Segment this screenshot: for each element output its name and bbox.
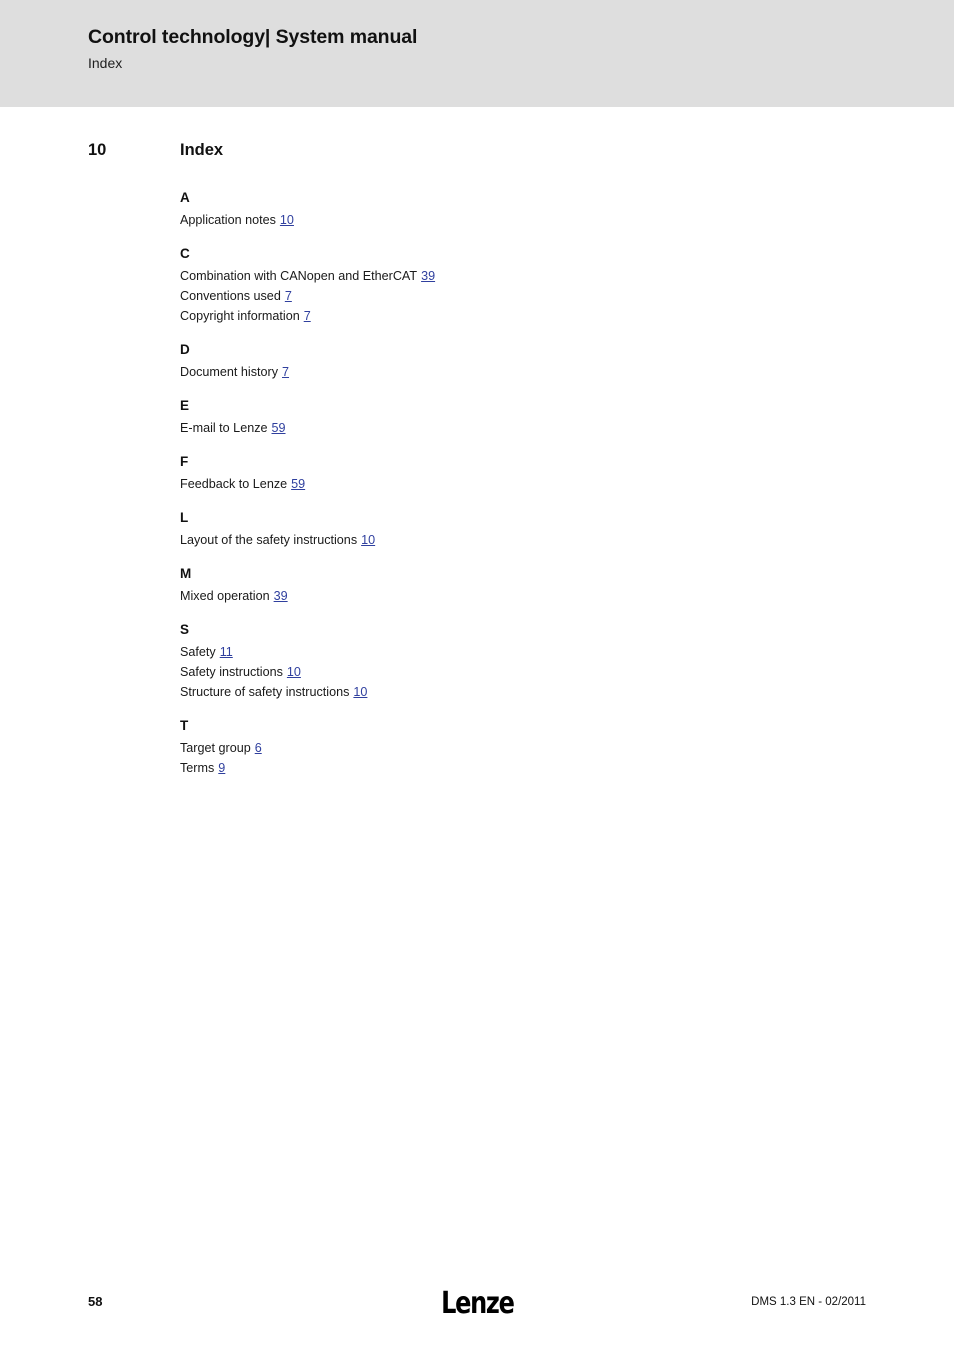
index-entry: Target group 6 (180, 738, 880, 758)
index-group-letter: E (180, 398, 190, 413)
index-group-letter: C (180, 246, 190, 261)
index-entry-label: Mixed operation (180, 589, 270, 603)
page-header: Control technology| System manual Index (0, 0, 954, 107)
index-entry: Mixed operation 39 (180, 586, 880, 606)
document-title: Control technology| System manual (88, 26, 418, 48)
index-group: L Layout of the safety instructions 10 (180, 508, 880, 550)
index-list: A Application notes 10 C Combination with CA… (180, 188, 880, 778)
index-entry-label: Copyright information (180, 309, 300, 323)
index-entry-label: Feedback to Lenze (180, 477, 288, 491)
index-group: A Application notes 10 (180, 188, 880, 230)
index-entry-label: E-mail to Lenze (180, 421, 268, 435)
index-entry-label: Terms (180, 761, 215, 775)
index-entry: Safety 11 (180, 642, 880, 662)
index-entry-label: Document history (180, 365, 278, 379)
chapter-heading: 10 Index (88, 141, 788, 165)
index-group: M Mixed operation 39 (180, 564, 880, 606)
index-group: F Feedback to Lenze 59 (180, 452, 880, 494)
index-group-letter: M (180, 566, 192, 581)
page-footer: 58 Lenze DMS 1.3 EN - 02/2011 (0, 1288, 954, 1322)
index-entry: E-mail to Lenze 59 (180, 418, 880, 438)
index-group-letter: T (180, 718, 189, 733)
index-entry-page-link[interactable]: 6 (255, 741, 262, 755)
index-entry: Copyright information 7 (180, 306, 880, 326)
index-group: C Combination with CANopen and EtherCAT 39… (180, 244, 880, 326)
index-entry-label: Safety instructions (180, 665, 283, 679)
index-entry-page-link[interactable]: 9 (218, 761, 225, 775)
index-entry-page-link[interactable]: 10 (287, 665, 301, 679)
index-entry-page-link[interactable]: 39 (421, 269, 435, 283)
index-entry: Combination with CANopen and EtherCAT 39 (180, 266, 880, 286)
index-entry: Safety instructions 10 (180, 662, 880, 682)
index-entry-page-link[interactable]: 7 (285, 289, 292, 303)
index-entry: Conventions used 7 (180, 286, 880, 306)
index-group: T Target group 6 Terms 9 (180, 716, 880, 778)
index-entry-page-link[interactable]: 7 (304, 309, 311, 323)
chapter-title: Index (180, 141, 224, 159)
index-entry-label: Combination with CANopen and EtherCAT (180, 269, 418, 283)
index-entry: Application notes 10 (180, 210, 880, 230)
index-group-letter: L (180, 510, 189, 525)
index-group: E E-mail to Lenze 59 (180, 396, 880, 438)
document-subtitle: Index (88, 55, 123, 71)
index-entry-page-link[interactable]: 39 (274, 589, 288, 603)
footer-document-id: DMS 1.3 EN - 02/2011 (751, 1296, 866, 1308)
index-entry-page-link[interactable]: 7 (282, 365, 289, 379)
index-entry-page-link[interactable]: 10 (361, 533, 375, 547)
lenze-logo-text: Lenze (440, 1286, 515, 1321)
index-entry: Structure of safety instructions 10 (180, 682, 880, 702)
chapter-number: 10 (88, 141, 107, 159)
index-entry-label: Layout of the safety instructions (180, 533, 358, 547)
index-group: D Document history 7 (180, 340, 880, 382)
index-entry-page-link[interactable]: 59 (291, 477, 305, 491)
index-entry: Terms 9 (180, 758, 880, 778)
index-entry-page-link[interactable]: 11 (220, 645, 233, 659)
index-entry-label: Conventions used (180, 289, 281, 303)
index-entry-label: Safety (180, 645, 216, 659)
index-entry: Document history 7 (180, 362, 880, 382)
index-entry-label: Target group (180, 741, 251, 755)
index-group-letter: A (180, 190, 190, 205)
index-group-letter: D (180, 342, 190, 357)
index-group-letter: S (180, 622, 190, 637)
index-entry-page-link[interactable]: 10 (353, 685, 367, 699)
index-group-letter: F (180, 454, 189, 469)
index-entry-label: Application notes (180, 213, 276, 227)
index-entry-label: Structure of safety instructions (180, 685, 350, 699)
index-entry-page-link[interactable]: 10 (280, 213, 294, 227)
index-entry: Feedback to Lenze 59 (180, 474, 880, 494)
index-group: S Safety 11 Safety instructions 10 Structure … (180, 620, 880, 702)
index-entry-page-link[interactable]: 59 (272, 421, 286, 435)
index-entry: Layout of the safety instructions 10 (180, 530, 880, 550)
